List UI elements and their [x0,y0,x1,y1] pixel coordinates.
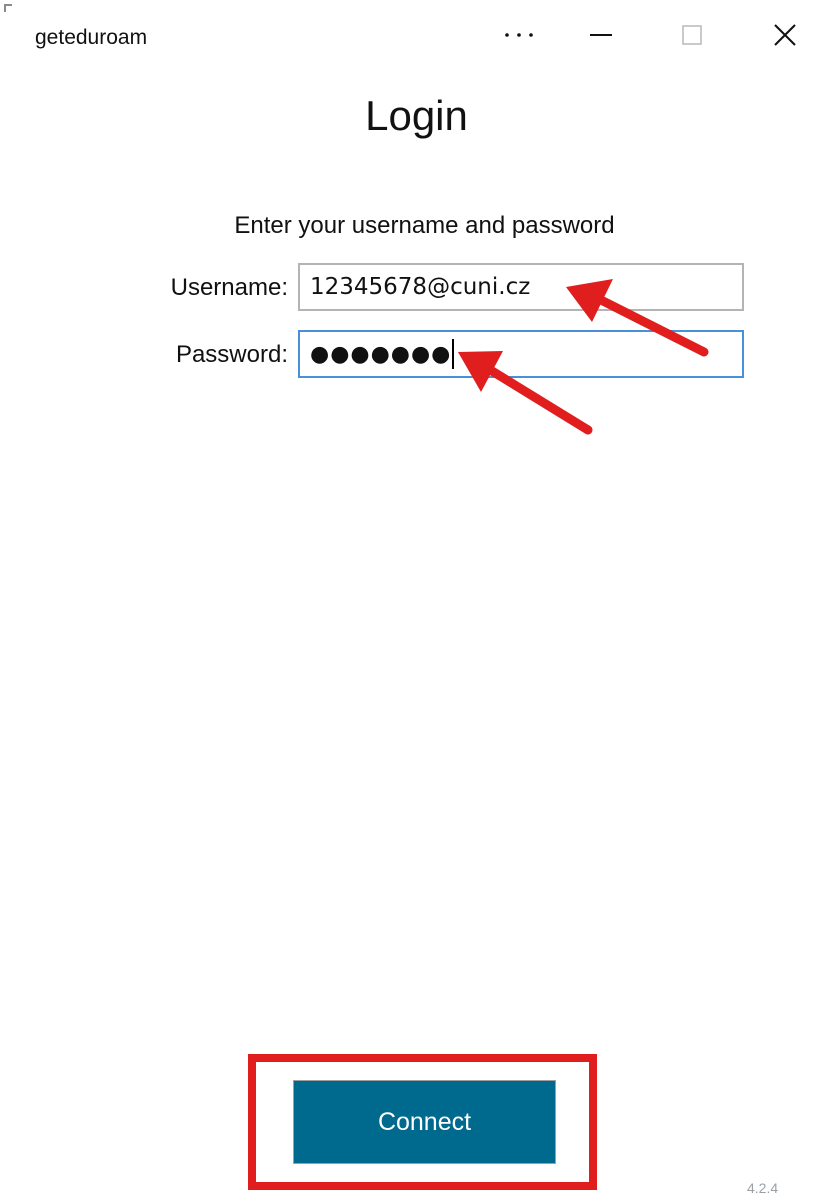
more-options-button[interactable] [484,8,554,62]
connect-button-label: Connect [377,1107,472,1136]
app-title: geteduroam [35,26,148,49]
close-button[interactable] [750,8,820,62]
password-input[interactable]: ●●●●●●● [298,330,744,378]
username-label: Username: [170,274,288,301]
app-window: geteduroam Login Enter your username and… [0,0,833,1202]
version-label: 4.2.4 [747,1180,779,1196]
title-bar: geteduroam [0,0,833,76]
password-label: Password: [175,341,288,368]
close-icon [774,24,796,46]
text-caret [452,339,455,369]
connect-button[interactable]: Connect [293,1080,556,1164]
maximize-button[interactable] [657,8,727,62]
username-value: 12345678@cuni.cz [310,274,531,300]
username-input[interactable]: 12345678@cuni.cz [298,263,744,311]
maximize-icon [682,25,702,45]
more-icon [505,33,533,37]
minimize-button[interactable] [566,8,636,62]
login-instructions: Enter your username and password [234,212,615,239]
annotation-layer [458,279,709,435]
minimize-icon [590,34,612,36]
page-title: Login [365,92,468,139]
password-masked-value: ●●●●●●● [310,341,452,367]
